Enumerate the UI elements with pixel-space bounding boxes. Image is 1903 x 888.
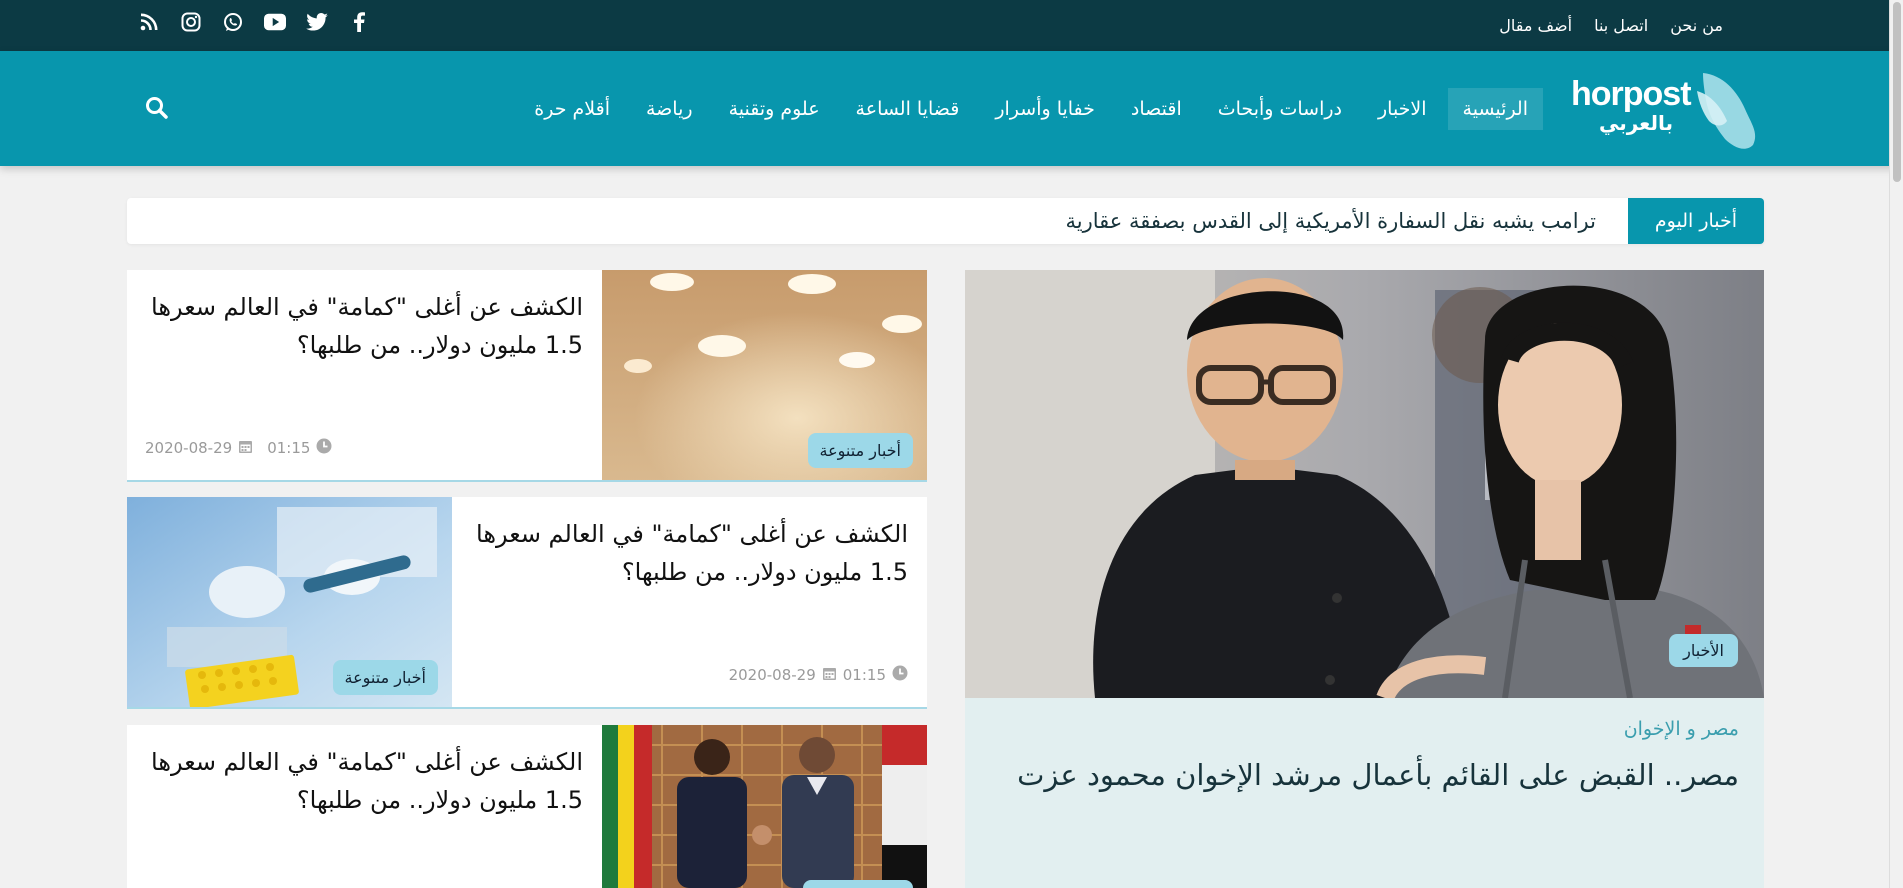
top-bar: من نحن اتصل بنا أضف مقال [0,0,1903,51]
article-card[interactable]: الكشف عن أغلى "كمامة" في العالم سعرها 1.… [127,725,927,888]
calendar-icon [238,439,253,458]
page-scrollbar[interactable] [1889,0,1903,888]
article-date: 2020-08-29 [145,439,233,457]
nav-sports[interactable]: رياضة [631,88,708,130]
article-thumbnail[interactable]: أخبار متنوعة [127,497,452,707]
article-time: 01:15 [267,439,311,457]
featured-category[interactable]: مصر و الإخوان [1624,718,1739,740]
whatsapp-icon[interactable] [222,11,244,33]
nav-news[interactable]: الاخبار [1363,88,1442,130]
nav-science[interactable]: علوم وتقنية [714,88,835,130]
article-thumbnail[interactable]: أخبار متنوعة [602,270,927,480]
main-nav: horpost بالعربي الرئيسية الاخبار دراسات … [0,51,1903,166]
logo-subtitle: بالعربي [1599,111,1674,135]
article-meta: 2020-08-29 01:15 [145,438,332,458]
category-badge[interactable] [803,880,913,888]
category-badge[interactable]: أخبار متنوعة [807,433,913,468]
logo-wing-icon [1697,73,1756,149]
contact-link[interactable]: اتصل بنا [1594,16,1648,35]
about-link[interactable]: من نحن [1670,16,1723,35]
featured-title[interactable]: مصر.. القبض على القائم بأعمال مرشد الإخو… [1017,758,1739,792]
article-title[interactable]: الكشف عن أغلى "كمامة" في العالم سعرها 1.… [138,288,583,364]
youtube-icon[interactable] [264,11,286,33]
rss-icon[interactable] [138,11,160,33]
ticker-label: أخبار اليوم [1628,198,1764,244]
article-title[interactable]: الكشف عن أغلى "كمامة" في العالم سعرها 1.… [138,743,583,819]
article-card[interactable]: أخبار متنوعة الكشف عن أغلى "كمامة" في ال… [127,497,927,709]
logo-wordmark: horpost [1571,75,1692,113]
add-article-link[interactable]: أضف مقال [1499,16,1572,35]
nav-studies[interactable]: دراسات وأبحاث [1203,88,1357,130]
article-meta: 2020-08-29 01:15 [729,665,908,685]
nav-secrets[interactable]: خفايا وأسرار [980,88,1110,130]
clock-icon [892,665,908,685]
nav-menu: الرئيسية الاخبار دراسات وأبحاث اقتصاد خف… [519,51,1543,166]
instagram-icon[interactable] [180,11,202,33]
article-date: 2020-08-29 [728,666,816,684]
scrollbar-thumb[interactable] [1893,2,1901,182]
featured-article[interactable]: الأخبار مصر و الإخوان مصر.. القبض على ال… [965,270,1764,888]
featured-category-badge[interactable]: الأخبار [1669,634,1738,667]
search-icon[interactable] [144,95,170,121]
social-icons [138,0,370,44]
top-links: من نحن اتصل بنا أضف مقال [1499,0,1723,51]
article-time: 01:15 [842,666,886,684]
twitter-icon[interactable] [306,11,328,33]
category-badge[interactable]: أخبار متنوعة [332,660,438,695]
site-logo[interactable]: horpost بالعربي [1563,69,1763,149]
clock-icon [316,438,332,458]
calendar-icon [822,666,837,685]
article-thumbnail[interactable] [602,725,927,888]
ticker-headline[interactable]: ترامب يشبه نقل السفارة الأمريكية إلى الق… [1065,198,1596,244]
nav-issues[interactable]: قضايا الساعة [841,88,975,130]
nav-economy[interactable]: اقتصاد [1116,88,1197,130]
nav-home[interactable]: الرئيسية [1447,87,1543,130]
article-card[interactable]: أخبار متنوعة الكشف عن أغلى "كمامة" في ال… [127,270,927,482]
news-ticker: أخبار اليوم ترامب يشبه نقل السفارة الأمر… [127,198,1764,244]
nav-opinion[interactable]: أقلام حرة [519,88,625,130]
featured-image[interactable] [965,270,1764,698]
article-title[interactable]: الكشف عن أغلى "كمامة" في العالم سعرها 1.… [463,515,908,591]
facebook-icon[interactable] [348,11,370,33]
